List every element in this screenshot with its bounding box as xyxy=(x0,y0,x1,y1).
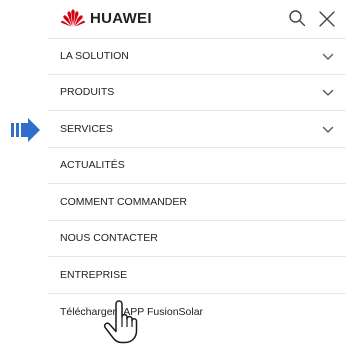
huawei-flower-logo-icon xyxy=(61,9,85,27)
nav-menu: LA SOLUTION PRODUITS SERVICES ACTUALITÉS… xyxy=(48,38,346,330)
menu-item-nous-contacter[interactable]: NOUS CONTACTER xyxy=(48,221,346,257)
menu-item-la-solution[interactable]: LA SOLUTION xyxy=(48,38,346,75)
menu-item-produits[interactable]: PRODUITS xyxy=(48,75,346,111)
menu-item-label: LA SOLUTION xyxy=(60,50,129,63)
menu-item-label: NOUS CONTACTER xyxy=(60,232,158,245)
menu-item-actualites[interactable]: ACTUALITÉS xyxy=(48,148,346,184)
menu-item-label: ACTUALITÉS xyxy=(60,159,125,172)
menu-item-label: ENTREPRISE xyxy=(60,268,128,281)
menu-item-label: SERVICES xyxy=(60,122,113,135)
chevron-down-icon[interactable] xyxy=(322,89,334,97)
menu-item-label: PRODUITS xyxy=(60,86,115,99)
chevron-down-icon[interactable] xyxy=(322,126,334,134)
menu-item-label: COMMENT COMMANDER xyxy=(60,195,187,208)
menu-item-download-app[interactable]: Télécharger l'APP FusionSolar xyxy=(48,294,346,331)
menu-item-comment-commander[interactable]: COMMENT COMMANDER xyxy=(48,184,346,221)
close-icon[interactable] xyxy=(318,10,336,28)
search-icon[interactable] xyxy=(288,9,306,27)
hand-pointer-icon xyxy=(103,300,138,344)
menu-item-services[interactable]: SERVICES xyxy=(48,111,346,148)
menu-item-entreprise[interactable]: ENTREPRISE xyxy=(48,257,346,294)
huawei-logo[interactable]: HUAWEI xyxy=(60,8,152,28)
chevron-down-icon[interactable] xyxy=(322,53,334,61)
brand-name: HUAWEI xyxy=(90,9,152,27)
arrow-right-icon xyxy=(11,118,40,142)
header: HUAWEI xyxy=(0,0,346,36)
mobile-menu-page: HUAWEI LA SOLUTION PRODUITS SERVICES ACT… xyxy=(0,0,346,344)
